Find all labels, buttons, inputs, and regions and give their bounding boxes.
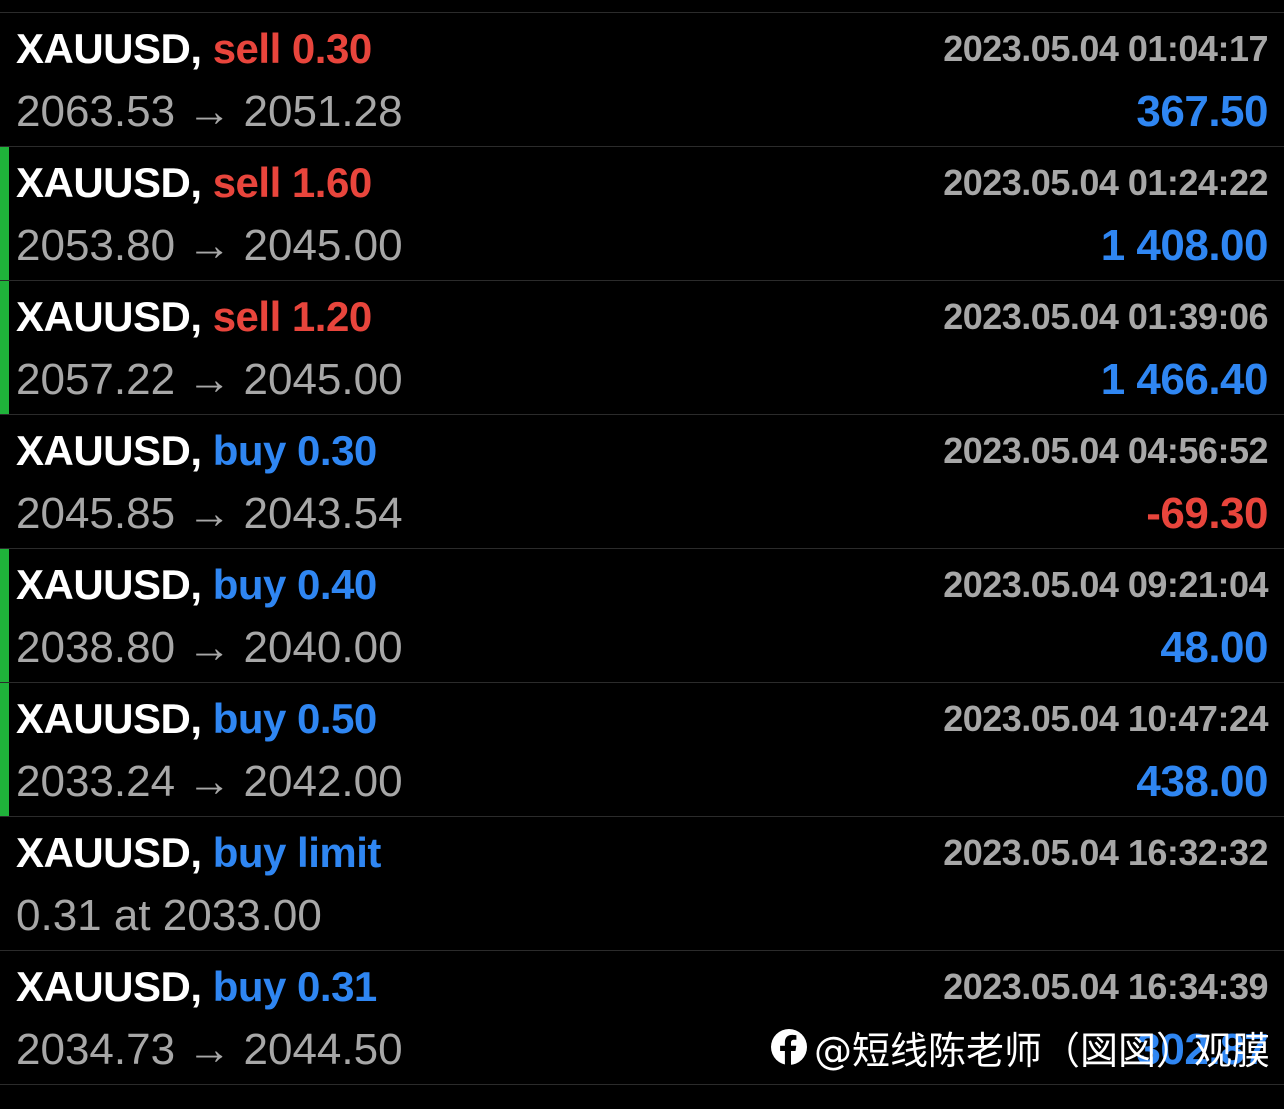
order-time: 2023.05.04 16:34:39 bbox=[943, 966, 1268, 1007]
row-accent-bar bbox=[0, 549, 9, 682]
order-time: 2023.05.04 10:47:24 bbox=[943, 698, 1268, 739]
order-operation: buy 0.50 bbox=[212, 695, 378, 742]
row-accent-bar bbox=[0, 683, 9, 816]
order-symbol: XAUUSD, bbox=[16, 561, 202, 608]
order-profit: 1 408.00 bbox=[1100, 221, 1269, 270]
order-title: XAUUSD, sell 1.60 bbox=[16, 159, 372, 207]
order-prices: 2057.22 → 2045.00 bbox=[16, 355, 403, 404]
order-row[interactable]: XAUUSD, buy limit 2023.05.04 16:32:32 0.… bbox=[0, 817, 1284, 951]
order-profit: 438.00 bbox=[1136, 757, 1268, 806]
watermark: @短线陈老师（図図）观膜 bbox=[770, 1022, 1270, 1073]
order-time: 2023.05.04 01:24:22 bbox=[943, 162, 1268, 203]
order-profit: 367.50 bbox=[1136, 87, 1268, 136]
order-symbol: XAUUSD, bbox=[16, 159, 202, 206]
order-prices: 2045.85 → 2043.54 bbox=[16, 489, 403, 538]
order-title: XAUUSD, sell 1.20 bbox=[16, 293, 372, 341]
orders-list: XAUUSD, sell 0.30 2023.05.04 01:04:17 20… bbox=[0, 12, 1284, 1085]
order-title: XAUUSD, buy 0.40 bbox=[16, 561, 377, 609]
order-operation: sell 1.20 bbox=[212, 293, 372, 340]
order-time: 2023.05.04 16:32:32 bbox=[943, 832, 1268, 873]
order-symbol: XAUUSD, bbox=[16, 695, 202, 742]
order-row[interactable]: XAUUSD, buy 0.40 2023.05.04 09:21:04 203… bbox=[0, 549, 1284, 683]
order-prices: 0.31 at 2033.00 bbox=[16, 891, 322, 940]
order-prices: 2063.53 → 2051.28 bbox=[16, 87, 403, 136]
order-prices: 2034.73 → 2044.50 bbox=[16, 1025, 403, 1074]
order-operation: sell 0.30 bbox=[212, 25, 372, 72]
order-time: 2023.05.04 01:39:06 bbox=[943, 296, 1268, 337]
row-accent-bar bbox=[0, 147, 9, 280]
watermark-text: @短线陈老师（図図）观膜 bbox=[813, 1028, 1270, 1073]
order-symbol: XAUUSD, bbox=[16, 293, 202, 340]
facebook-icon bbox=[770, 1028, 808, 1066]
order-row[interactable]: XAUUSD, sell 1.20 2023.05.04 01:39:06 20… bbox=[0, 281, 1284, 415]
order-operation: buy 0.40 bbox=[212, 561, 378, 608]
order-operation: buy limit bbox=[212, 829, 382, 876]
order-prices: 2038.80 → 2040.00 bbox=[16, 623, 403, 672]
order-row[interactable]: XAUUSD, buy 0.50 2023.05.04 10:47:24 203… bbox=[0, 683, 1284, 817]
row-accent-bar bbox=[0, 281, 9, 414]
order-profit: 48.00 bbox=[1160, 623, 1268, 672]
order-row[interactable]: XAUUSD, sell 1.60 2023.05.04 01:24:22 20… bbox=[0, 147, 1284, 281]
order-symbol: XAUUSD, bbox=[16, 829, 202, 876]
order-title: XAUUSD, buy 0.31 bbox=[16, 963, 377, 1011]
order-title: XAUUSD, buy 0.50 bbox=[16, 695, 377, 743]
order-time: 2023.05.04 04:56:52 bbox=[943, 430, 1268, 471]
order-operation: sell 1.60 bbox=[212, 159, 372, 206]
order-operation: buy 0.30 bbox=[212, 427, 378, 474]
order-operation: buy 0.31 bbox=[212, 963, 378, 1010]
order-prices: 2053.80 → 2045.00 bbox=[16, 221, 403, 270]
order-symbol: XAUUSD, bbox=[16, 963, 202, 1010]
order-symbol: XAUUSD, bbox=[16, 427, 202, 474]
order-time: 2023.05.04 01:04:17 bbox=[943, 28, 1268, 69]
order-prices: 2033.24 → 2042.00 bbox=[16, 757, 403, 806]
order-title: XAUUSD, buy limit bbox=[16, 829, 381, 877]
order-profit: -69.30 bbox=[1146, 489, 1268, 538]
order-profit: 1 466.40 bbox=[1100, 355, 1269, 404]
order-row[interactable]: XAUUSD, sell 0.30 2023.05.04 01:04:17 20… bbox=[0, 13, 1284, 147]
order-symbol: XAUUSD, bbox=[16, 25, 202, 72]
order-title: XAUUSD, sell 0.30 bbox=[16, 25, 372, 73]
order-time: 2023.05.04 09:21:04 bbox=[943, 564, 1268, 605]
order-title: XAUUSD, buy 0.30 bbox=[16, 427, 377, 475]
order-row[interactable]: XAUUSD, buy 0.30 2023.05.04 04:56:52 204… bbox=[0, 415, 1284, 549]
